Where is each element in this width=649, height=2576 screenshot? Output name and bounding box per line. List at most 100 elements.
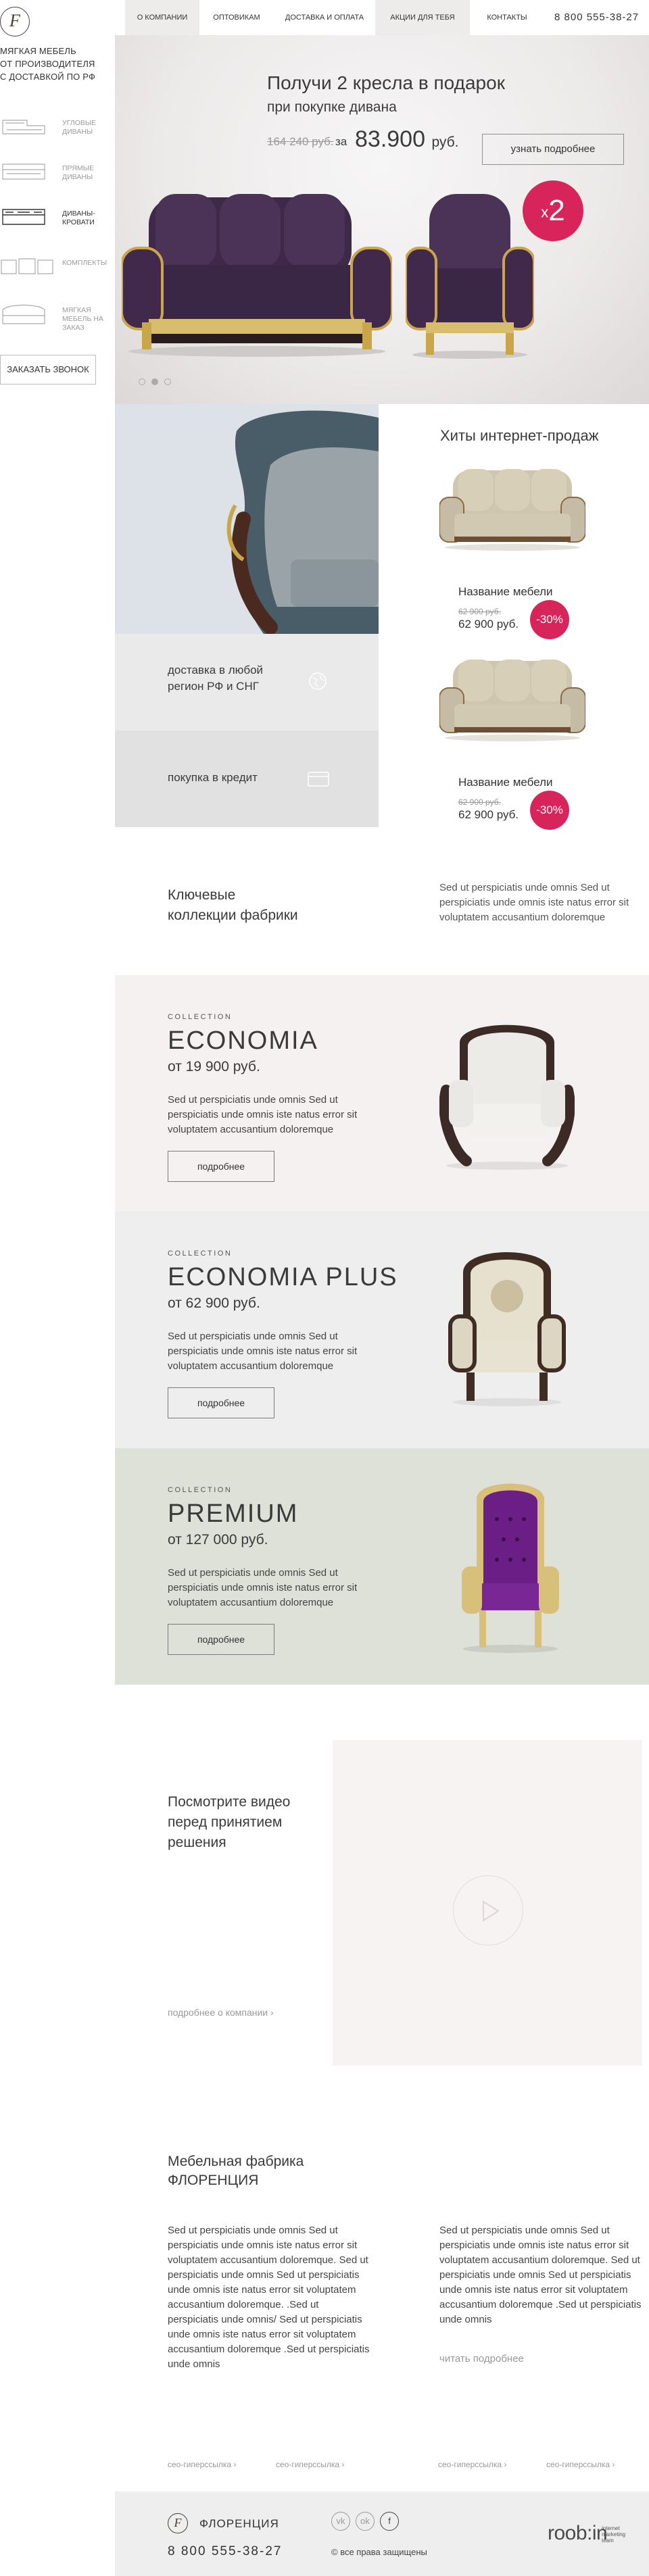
collection-title: ECONOMIA PLUS bbox=[168, 1263, 398, 1291]
armchair-image bbox=[406, 194, 534, 359]
play-button[interactable] bbox=[453, 1875, 523, 1946]
nav-item-wholesale[interactable]: оптовикам bbox=[199, 0, 274, 35]
sidebar-item-straight-sofas[interactable]: прямые диваны bbox=[0, 159, 108, 206]
tagline-line: от производителя bbox=[0, 59, 95, 69]
hits-title: Хиты интернет-продаж bbox=[440, 427, 599, 444]
video-title-line: перед принятием bbox=[168, 1814, 283, 1830]
product-name[interactable]: Название мебели bbox=[458, 776, 553, 789]
hit-product-card[interactable]: Название мебели 62 900 руб. 62 900 руб. … bbox=[439, 457, 595, 639]
hero-banner: Получи 2 кресла в подарок при покупке ди… bbox=[115, 35, 649, 404]
header-phone[interactable]: 8 800 555-38-27 bbox=[554, 0, 639, 35]
read-more-link[interactable]: читать подробнее bbox=[439, 2353, 524, 2364]
sidebar-item-corner-sofas[interactable]: угловые диваны bbox=[0, 114, 108, 161]
hero-price: 83.900 руб. bbox=[355, 126, 459, 153]
collection-price: от 127 000 руб. bbox=[168, 1532, 268, 1547]
video-title-line: Посмотрите видео bbox=[168, 1794, 291, 1810]
delivery-line: регион РФ и СНГ bbox=[168, 680, 259, 693]
seo-link[interactable]: сео-гиперссылка › bbox=[168, 2460, 236, 2469]
hero-price-prefix: за bbox=[335, 135, 347, 148]
footer-logo-icon[interactable]: F bbox=[168, 2513, 188, 2533]
hero-price-unit: руб. bbox=[431, 134, 459, 150]
collection-more-button[interactable]: подробнее bbox=[168, 1387, 274, 1418]
factory-text-col2: Sed ut perspiciatis unde omnis Sed ut pe… bbox=[439, 2225, 642, 2325]
hero-details-button[interactable]: узнать подробнее bbox=[482, 134, 624, 165]
credit-card-icon bbox=[308, 772, 329, 787]
brand-logo-icon[interactable]: F bbox=[0, 7, 30, 36]
sidebar-item-label: диваны-кровати bbox=[62, 209, 95, 226]
developer-tagline: internet marketing team bbox=[602, 2525, 642, 2544]
sidebar: F мягкая мебель от производителя с доста… bbox=[0, 0, 115, 405]
slider-dot[interactable] bbox=[139, 378, 145, 385]
video-player[interactable] bbox=[333, 1740, 642, 2066]
hit-product-card[interactable]: Название мебели 62 900 руб. 62 900 руб. … bbox=[439, 647, 595, 830]
nav-item-delivery[interactable]: доставка и оплата bbox=[274, 0, 375, 35]
hero-price-value: 83.900 bbox=[355, 126, 425, 152]
key-title-line: Ключевые bbox=[168, 887, 236, 903]
discount-badge: -30% bbox=[530, 791, 569, 830]
tagline: мягкая мебель от производителя с доставк… bbox=[0, 45, 108, 83]
sidebar-item-label: прямые диваны bbox=[62, 164, 94, 181]
gift-badge-number: 2 bbox=[548, 194, 565, 227]
collection-more-button[interactable]: подробнее bbox=[168, 1151, 274, 1182]
nav-item-about[interactable]: о компании bbox=[125, 0, 199, 35]
sidebar-item-custom[interactable]: мягкая мебель на заказ bbox=[0, 301, 108, 348]
copyright: © все права защищены bbox=[331, 2547, 427, 2557]
factory-text-col1: Sed ut perspiciatis unde omnis Sed ut pe… bbox=[168, 2225, 370, 2370]
tagline-line: мягкая мебель bbox=[0, 46, 76, 56]
vk-icon[interactable]: vk bbox=[331, 2512, 350, 2531]
key-collections-title: Ключевые коллекции фабрики bbox=[168, 885, 298, 926]
sidebar-item-sofa-beds[interactable]: диваны-кровати bbox=[0, 204, 108, 251]
sofa-bed-icon bbox=[2, 209, 45, 225]
about-company-link[interactable]: подробнее о компании › bbox=[168, 2007, 274, 2018]
product-name[interactable]: Название мебели bbox=[458, 585, 553, 599]
footer-brand: ФЛОРЕНЦИЯ bbox=[199, 2517, 279, 2530]
collection-desc: Sed ut perspiciatis unde omnis Sed ut pe… bbox=[168, 1331, 358, 1372]
promo-armchair-photo bbox=[115, 404, 379, 635]
product-sofa-image bbox=[439, 660, 585, 741]
seo-link[interactable]: сео-гиперссылка › bbox=[276, 2460, 344, 2469]
gift-badge-x: x bbox=[541, 203, 549, 221]
video-title: Посмотрите видео перед принятием решения bbox=[168, 1792, 290, 1853]
key-title-line: коллекции фабрики bbox=[168, 908, 298, 923]
collection-desc: Sed ut perspiciatis unde omnis Sed ut pe… bbox=[168, 1094, 358, 1135]
factory-title-line: Мебельная фабрика bbox=[168, 2154, 304, 2169]
product-price: 62 900 руб. bbox=[458, 618, 519, 630]
nav-item-contacts[interactable]: контакты bbox=[470, 0, 544, 35]
collection-price: от 62 900 руб. bbox=[168, 1295, 260, 1311]
collection-more-button[interactable]: подробнее bbox=[168, 1624, 274, 1655]
delivery-line: доставка в любой bbox=[168, 664, 264, 676]
slider-dot-active[interactable] bbox=[151, 378, 158, 385]
developer-tagline-line: team bbox=[602, 2537, 614, 2544]
patterned-armchair-image bbox=[448, 1252, 566, 1406]
callback-button[interactable]: заказать звонок bbox=[0, 355, 96, 385]
factory-title: Мебельная фабрика ФЛОРЕНЦИЯ bbox=[168, 2152, 304, 2190]
sidebar-item-sets[interactable]: комплекты bbox=[0, 253, 108, 301]
play-icon bbox=[483, 1900, 500, 1922]
furniture-set-icon bbox=[1, 258, 53, 274]
developer-logo[interactable]: roob:in bbox=[548, 2522, 608, 2545]
gift-badge: x2 bbox=[523, 180, 583, 241]
nav-item-promos[interactable]: акции для тебя bbox=[375, 0, 470, 35]
factory-title-line: ФЛОРЕНЦИЯ bbox=[168, 2173, 259, 2188]
collection-economia-plus: COLLECTION ECONOMIA PLUS от 62 900 руб. … bbox=[115, 1212, 649, 1448]
slider-dot[interactable] bbox=[164, 378, 171, 385]
seo-link[interactable]: сео-гиперссылка › bbox=[546, 2460, 615, 2469]
delivery-text: доставка в любой регион РФ и СНГ bbox=[168, 662, 263, 695]
corner-sofa-icon bbox=[2, 120, 45, 134]
footer-phone[interactable]: 8 800 555-38-27 bbox=[168, 2544, 282, 2559]
sidebar-item-label: мягкая мебель на заказ bbox=[62, 306, 103, 332]
white-armchair-image bbox=[439, 1024, 575, 1170]
facebook-icon[interactable]: f bbox=[380, 2512, 399, 2531]
collection-label: COLLECTION bbox=[168, 1249, 233, 1258]
collection-label: COLLECTION bbox=[168, 1013, 233, 1021]
credit-info: покупка в кредит bbox=[115, 730, 379, 827]
seo-link[interactable]: сео-гиперссылка › bbox=[438, 2460, 506, 2469]
armchair-closeup-image bbox=[226, 410, 379, 635]
odnoklassniki-icon[interactable]: ok bbox=[356, 2512, 375, 2531]
collection-title: ECONOMIA bbox=[168, 1026, 318, 1055]
collection-title: PREMIUM bbox=[168, 1500, 299, 1528]
product-price: 62 900 руб. bbox=[458, 808, 519, 821]
product-old-price: 62 900 руб. bbox=[458, 607, 501, 616]
straight-sofa-icon bbox=[2, 164, 45, 180]
collection-price: от 19 900 руб. bbox=[168, 1059, 260, 1074]
